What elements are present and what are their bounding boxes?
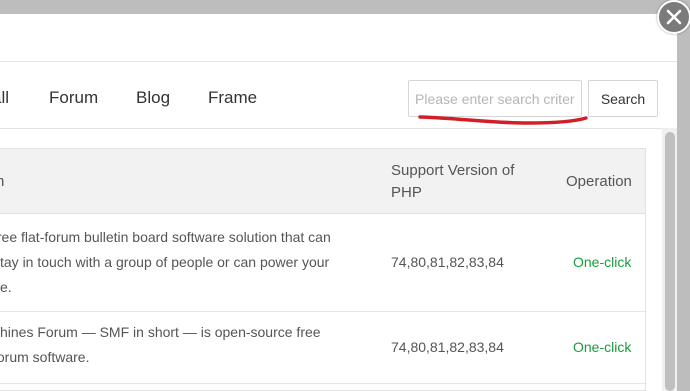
table-header: n Support Version of PHP Operation — [0, 149, 645, 214]
close-icon — [666, 9, 682, 25]
dialog-header — [0, 14, 677, 62]
search-button[interactable]: Search — [588, 80, 658, 117]
description-line: stay in touch with a group of people or … — [0, 254, 330, 270]
tab-frame[interactable]: Frame — [208, 88, 257, 108]
row-description: chines Forum — SMF in short — is open-so… — [0, 320, 373, 370]
description-line: chines Forum — SMF in short — is open-so… — [0, 324, 321, 340]
row-description: free flat-forum bulletin board software … — [0, 225, 373, 300]
scrollbar-thumb[interactable] — [665, 132, 675, 391]
one-click-install-link[interactable]: One-click — [573, 254, 631, 270]
row-php-version: 74,80,81,82,83,84 — [391, 339, 504, 355]
tab-forum[interactable]: Forum — [49, 88, 98, 108]
tab-blog[interactable]: Blog — [136, 88, 170, 108]
header-name: n — [0, 171, 4, 193]
description-line: free flat-forum bulletin board software … — [0, 229, 331, 245]
search-input[interactable] — [408, 80, 582, 117]
close-button[interactable] — [657, 0, 690, 34]
table-row: free flat-forum bulletin board software … — [0, 214, 645, 312]
description-line: ite. — [0, 279, 12, 295]
header-operation: Operation — [566, 173, 632, 190]
one-click-install-link[interactable]: One-click — [573, 339, 631, 355]
table-row: chines Forum — SMF in short — is open-so… — [0, 312, 645, 384]
tab-all[interactable]: all — [0, 88, 9, 108]
red-underline-annotation — [418, 115, 588, 125]
header-php-version: Support Version of PHP — [391, 162, 515, 201]
software-table: n Support Version of PHP Operation free … — [0, 148, 646, 391]
row-php-version: 74,80,81,82,83,84 — [391, 254, 504, 270]
description-line: forum software. — [0, 349, 90, 365]
